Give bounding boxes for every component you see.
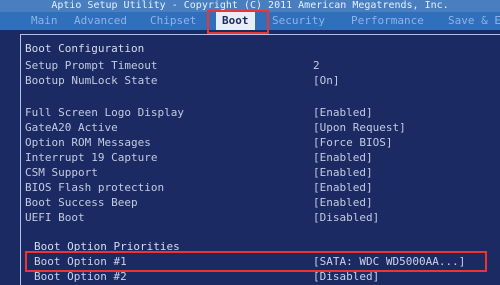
tab-highlight-box bbox=[207, 10, 269, 34]
bootup-numlock-value[interactable]: [On] bbox=[313, 74, 340, 88]
tab-advanced[interactable]: Advanced bbox=[74, 12, 127, 30]
interrupt-19-label[interactable]: Interrupt 19 Capture bbox=[25, 151, 157, 165]
boot-success-beep-value[interactable]: [Enabled] bbox=[313, 196, 373, 210]
boot-success-beep-label[interactable]: Boot Success Beep bbox=[25, 196, 138, 210]
full-screen-logo-value[interactable]: [Enabled] bbox=[313, 106, 373, 120]
bios-flash-protection-label[interactable]: BIOS Flash protection bbox=[25, 181, 164, 195]
boot-option-2-value[interactable]: [Disabled] bbox=[313, 270, 379, 284]
boot-option-1-value[interactable]: [SATA: WDC WD5000AA...] bbox=[313, 255, 465, 269]
boot-configuration-header: Boot Configuration bbox=[25, 42, 145, 55]
bios-flash-protection-value[interactable]: [Enabled] bbox=[313, 181, 373, 195]
setup-prompt-timeout-value[interactable]: 2 bbox=[313, 59, 320, 73]
tab-save-exit[interactable]: Save & Exit bbox=[448, 12, 500, 30]
boot-option-2-label[interactable]: Boot Option #2 bbox=[34, 270, 127, 284]
csm-support-value[interactable]: [Enabled] bbox=[313, 166, 373, 180]
setup-prompt-timeout-label[interactable]: Setup Prompt Timeout bbox=[25, 59, 157, 73]
uefi-boot-label[interactable]: UEFI Boot bbox=[25, 211, 85, 225]
full-screen-logo-label[interactable]: Full Screen Logo Display bbox=[25, 106, 184, 120]
csm-support-label[interactable]: CSM Support bbox=[25, 166, 98, 180]
uefi-boot-value[interactable]: [Disabled] bbox=[313, 211, 379, 225]
tab-main[interactable]: Main bbox=[31, 12, 58, 30]
tab-performance[interactable]: Performance bbox=[351, 12, 424, 30]
tab-chipset[interactable]: Chipset bbox=[150, 12, 196, 30]
bootup-numlock-label[interactable]: Bootup NumLock State bbox=[25, 74, 157, 88]
gatea20-label[interactable]: GateA20 Active bbox=[25, 121, 118, 135]
interrupt-19-value[interactable]: [Enabled] bbox=[313, 151, 373, 165]
gatea20-value[interactable]: [Upon Request] bbox=[313, 121, 406, 135]
boot-option-1-label[interactable]: Boot Option #1 bbox=[34, 255, 127, 269]
tab-security[interactable]: Security bbox=[272, 12, 325, 30]
option-rom-value[interactable]: [Force BIOS] bbox=[313, 136, 392, 150]
option-rom-label[interactable]: Option ROM Messages bbox=[25, 136, 151, 150]
